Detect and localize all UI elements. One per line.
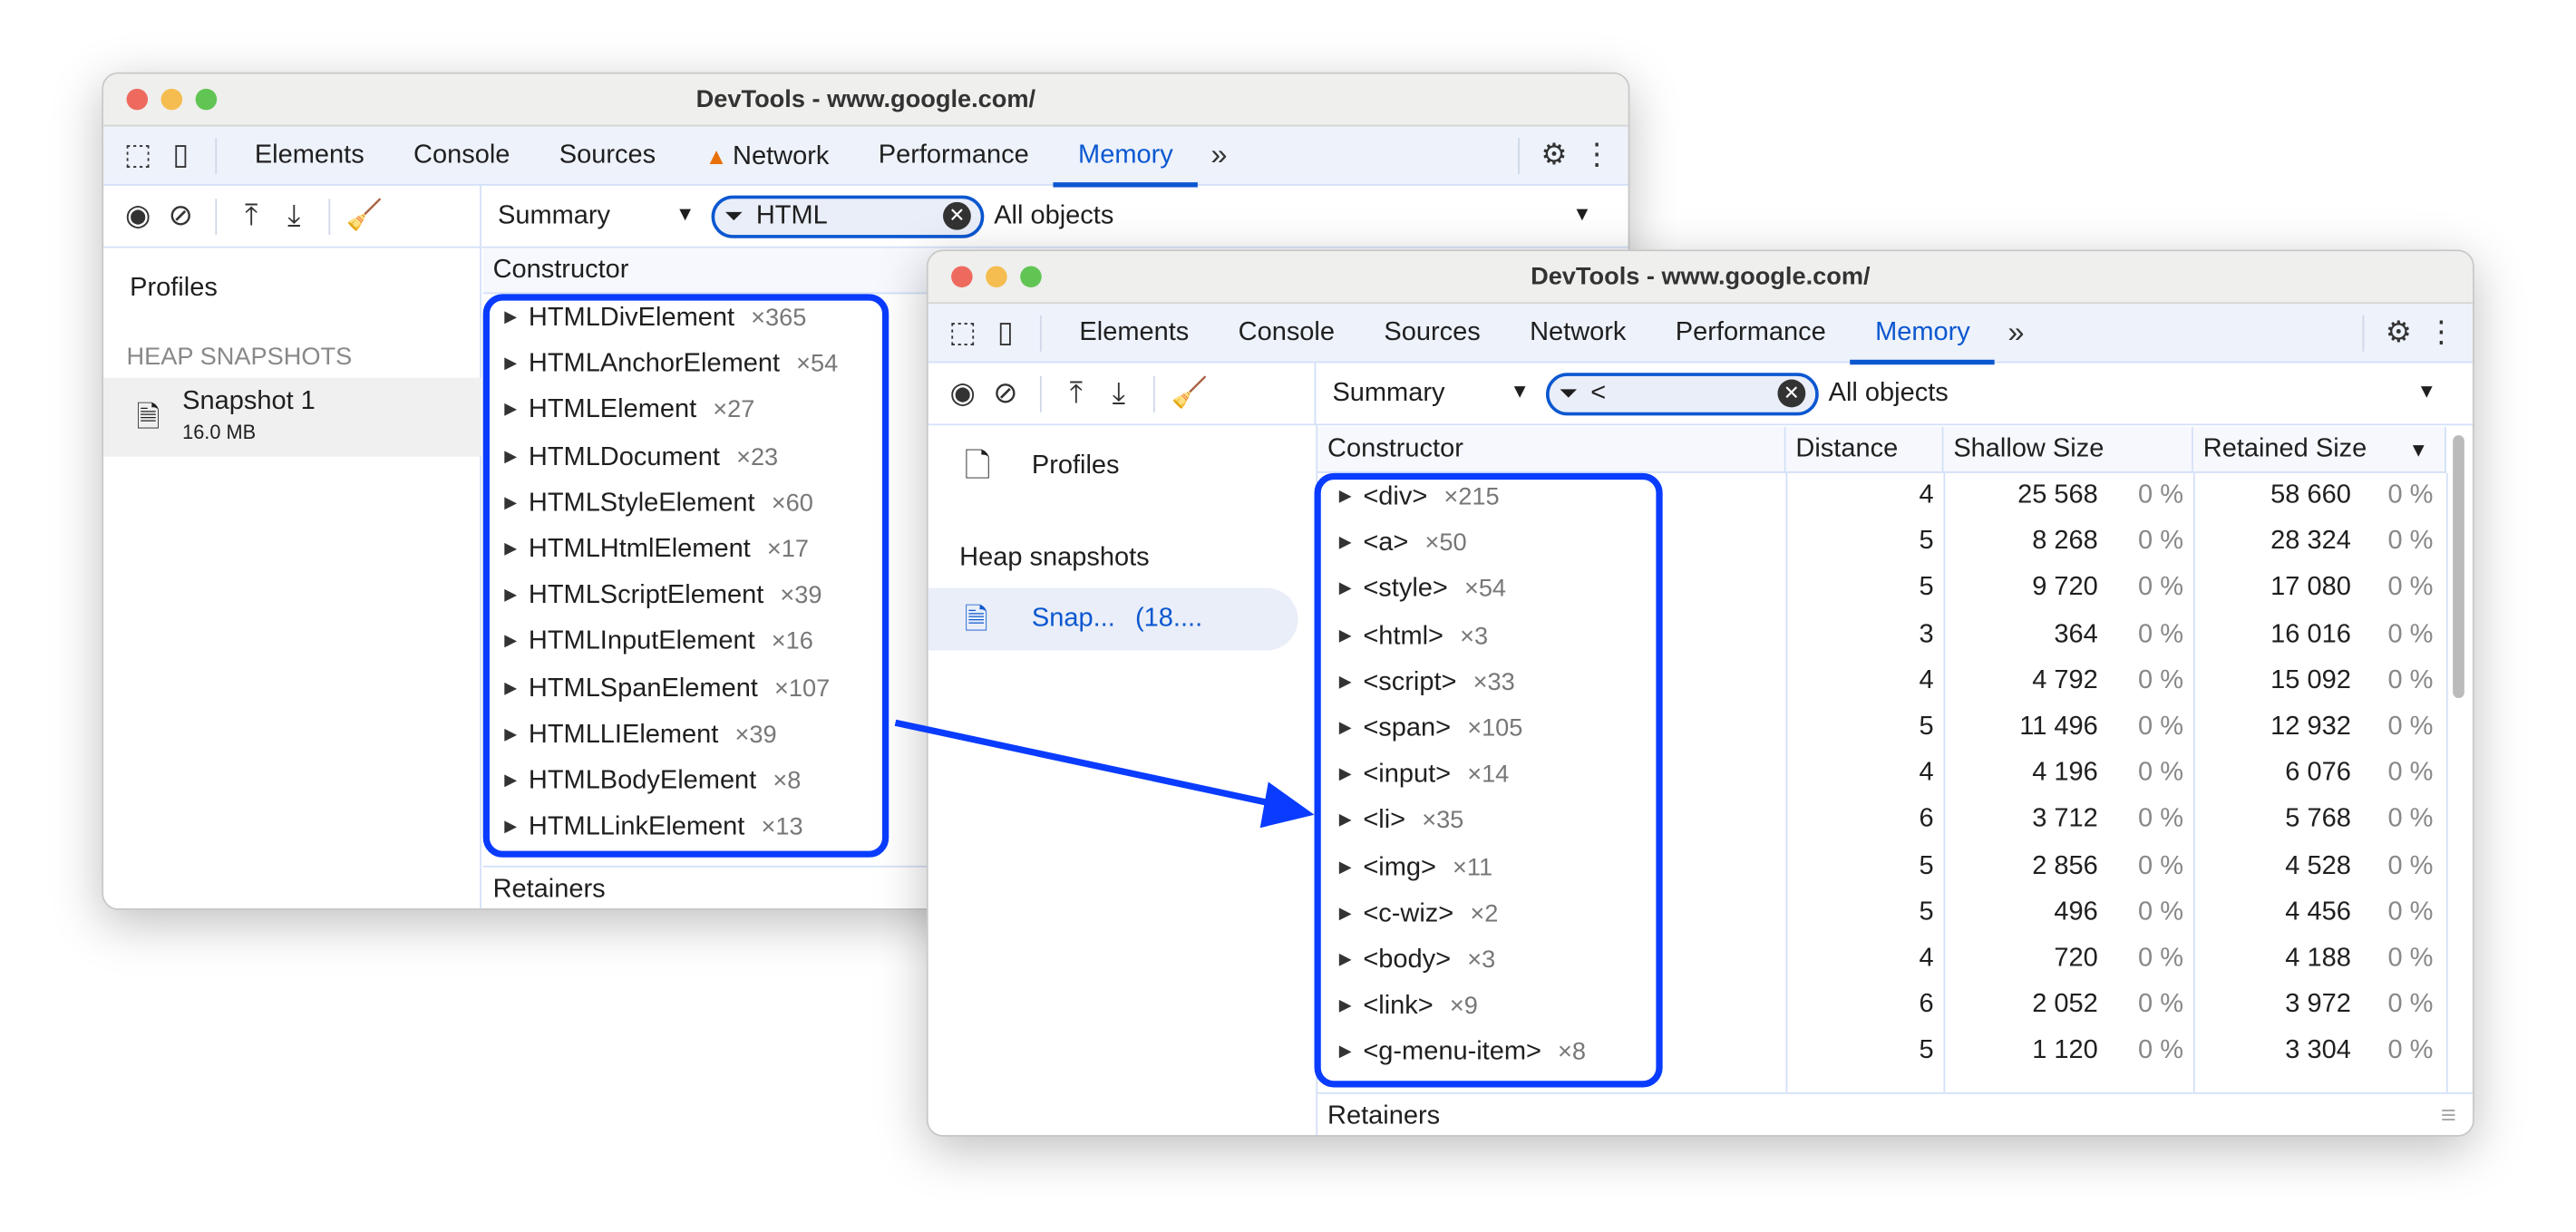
arrow-annotation bbox=[894, 719, 1315, 829]
